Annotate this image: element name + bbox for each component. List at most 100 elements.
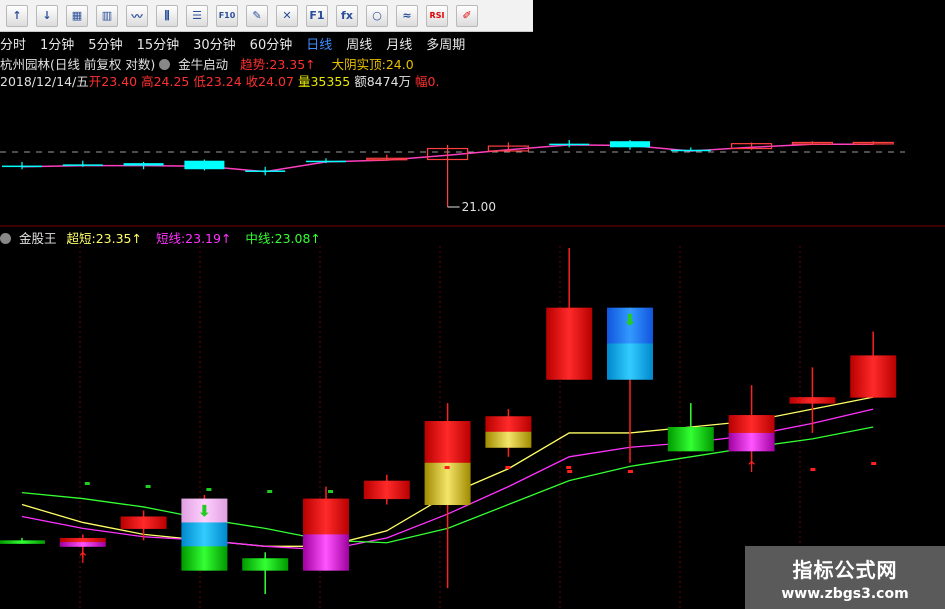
indicator-candle-body xyxy=(59,537,106,543)
big-yin-value: 24.0 xyxy=(385,57,414,72)
candle-body xyxy=(610,141,650,148)
left-arrow-icon[interactable]: ↑ xyxy=(6,4,28,27)
indicator-candle-body xyxy=(363,480,410,500)
amount-label: 额 xyxy=(354,74,367,89)
super-short-value: 23.35↑ xyxy=(95,231,142,246)
gear-icon[interactable] xyxy=(0,233,11,244)
mid-label: 中线: xyxy=(245,231,275,246)
close-label: 收 xyxy=(245,74,259,89)
indicator-candle-body xyxy=(424,421,471,464)
amount-value: 8474万 xyxy=(366,74,412,89)
watermark-title: 指标公式网 xyxy=(792,557,898,582)
indicator-candle-body xyxy=(546,307,593,380)
toolbar: ↑ ↓ ▦ ▥ 〰 ⫼ ☰ F10 ✎ ✕ F1 fx ○ ≈ RSI ✐ xyxy=(0,0,533,32)
indicator-candle-body xyxy=(303,534,349,571)
red-marker xyxy=(628,470,633,473)
amp-label: 幅 xyxy=(415,74,428,89)
low-value: 23.24 xyxy=(205,74,242,89)
indicator-icon[interactable]: ≈ xyxy=(396,4,418,27)
indicator-candle-body xyxy=(850,355,897,398)
candle-body xyxy=(184,160,225,170)
candle-body xyxy=(245,170,286,172)
indicator-candle-body xyxy=(120,516,167,529)
high-value: 24.25 xyxy=(153,74,190,89)
high-label: 高 xyxy=(141,74,154,89)
red-marker xyxy=(505,466,511,469)
candle-body xyxy=(306,160,346,163)
amp-value: 0. xyxy=(427,74,440,89)
candle-body xyxy=(123,163,164,166)
big-yin-label: 大阴实顶: xyxy=(331,57,386,72)
period-tab[interactable]: 分时 xyxy=(0,34,26,53)
short-label: 短线: xyxy=(155,231,186,246)
candlestick-icon[interactable]: ⫼ xyxy=(156,4,178,27)
rsi-icon[interactable]: RSI xyxy=(426,4,448,27)
indicator-candle-body xyxy=(303,498,349,535)
period-tab[interactable]: 月线 xyxy=(386,34,412,53)
green-marker xyxy=(84,482,90,485)
indicator-candle-body xyxy=(728,415,775,434)
short-value: 23.19↑ xyxy=(185,231,232,246)
stock-chart-window: 21.00 ⬇ ⬇ ↑ ↑ ↑ ↓ ▦ ▥ 〰 ⫼ ☰ F10 ✎ ✕ F1 fx ○ ≈ RSI ✐ 分时 1分钟 5分… xyxy=(0,0,945,609)
period-tab[interactable]: 5分钟 xyxy=(88,34,122,53)
formula-icon[interactable]: fx xyxy=(336,4,358,27)
red-marker xyxy=(871,462,877,465)
brush-icon[interactable]: ✐ xyxy=(456,4,478,27)
trend-label: 趋势: xyxy=(240,57,270,72)
bars-icon[interactable]: ▥ xyxy=(96,4,118,27)
red-marker xyxy=(567,470,573,473)
down-arrow-signal-icon: ⬇ xyxy=(198,502,211,521)
period-tabs: 分时 1分钟 5分钟 15分钟 30分钟 60分钟 日线 周线 月线 多周期 xyxy=(0,32,533,54)
period-tab[interactable]: 日线 xyxy=(306,34,332,53)
f10-icon[interactable]: F10 xyxy=(216,4,238,27)
indicator-name: 金牛启动 xyxy=(178,57,229,72)
compare-icon[interactable]: ✕ xyxy=(276,4,298,27)
green-marker xyxy=(206,488,212,491)
green-marker xyxy=(267,490,273,493)
super-short-label: 超短: xyxy=(66,231,96,246)
period-tab[interactable]: 15分钟 xyxy=(137,34,180,53)
chart-canvas: 21.00 ⬇ ⬇ ↑ ↑ xyxy=(0,140,945,609)
candle-body xyxy=(670,149,711,152)
period-tab[interactable]: 1分钟 xyxy=(40,34,74,53)
low-label: 低 xyxy=(193,74,206,89)
list-icon[interactable]: ☰ xyxy=(186,4,208,27)
red-marker xyxy=(444,466,450,469)
stock-info-line: 杭州园林(日线 前复权 对数) 金牛启动 趋势:23.35↑ 大阴实顶:24.0 xyxy=(0,54,414,72)
volume-value: 35355 xyxy=(310,74,351,89)
grid-icon[interactable]: ▦ xyxy=(66,4,88,27)
down-arrow-icon[interactable]: ↓ xyxy=(36,4,58,27)
indicator-candle-body xyxy=(181,546,228,571)
green-marker xyxy=(145,485,151,488)
indicator-title: 金股王 xyxy=(18,231,57,246)
indicator-candle-body xyxy=(424,462,471,506)
red-marker xyxy=(566,466,572,469)
indicator-candle-body xyxy=(667,426,714,452)
period-tab[interactable]: 周线 xyxy=(346,34,372,53)
candle-body xyxy=(549,143,590,146)
period-tab[interactable]: 多周期 xyxy=(426,34,465,53)
up-arrow-signal-icon: ↑ xyxy=(77,549,90,567)
period-tab[interactable]: 60分钟 xyxy=(250,34,293,53)
indicator-candle-body xyxy=(181,522,228,547)
green-marker xyxy=(328,490,333,493)
gear-icon[interactable] xyxy=(159,59,171,70)
candle-body xyxy=(2,165,42,168)
indicator-candle-body xyxy=(485,416,532,433)
f1-icon[interactable]: F1 xyxy=(306,4,328,27)
trend-value: 23.35↑ xyxy=(269,57,316,72)
indicator-candle-body xyxy=(485,431,532,448)
red-marker xyxy=(810,468,816,471)
low-price-label: 21.00 xyxy=(462,200,496,214)
stock-title: 杭州园林(日线 前复权 对数) xyxy=(0,57,156,72)
pencil-icon[interactable]: ✎ xyxy=(246,4,268,27)
circle-icon[interactable]: ○ xyxy=(366,4,388,27)
indicator-candle-body xyxy=(242,558,289,571)
line-chart-icon[interactable]: 〰 xyxy=(126,4,148,27)
period-tab[interactable]: 30分钟 xyxy=(193,34,236,53)
down-arrow-signal-icon: ⬇ xyxy=(623,311,636,330)
watermark-url: www.zbgs3.com xyxy=(781,585,909,602)
indicator-candle-body xyxy=(728,432,775,452)
ohlc-line: 2018/12/14/五开23.40 高24.25 低23.24 收24.07 … xyxy=(0,71,533,89)
indicator-header: 金股王 超短:23.35↑ 短线:23.19↑ 中线:23.08↑ xyxy=(0,228,321,246)
